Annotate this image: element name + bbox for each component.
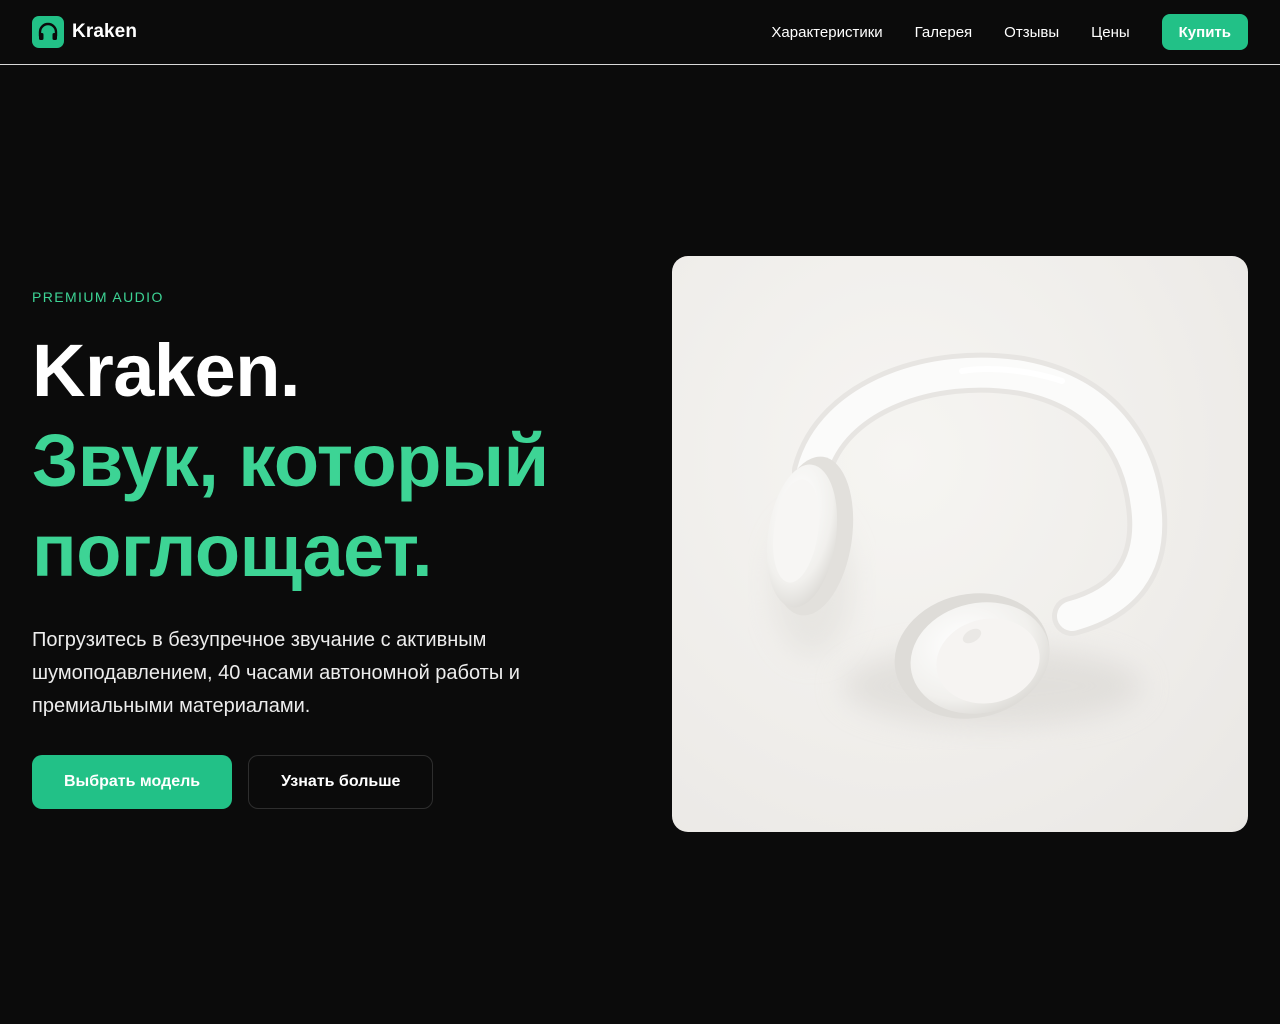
hero-text: PREMIUM AUDIO Kraken. Звук, который погл… — [32, 288, 632, 809]
buy-button[interactable]: Купить — [1161, 14, 1248, 50]
headline-line-2: Звук, который — [32, 419, 549, 502]
main-nav: Характеристики Галерея Отзывы Цены Купит… — [771, 14, 1248, 50]
brand-name: Kraken — [72, 21, 138, 42]
nav-link-features[interactable]: Характеристики — [771, 24, 882, 41]
nav-link-reviews[interactable]: Отзывы — [1004, 24, 1059, 41]
hero-headline: Kraken. Звук, который поглощает. — [32, 326, 632, 596]
nav-link-pricing[interactable]: Цены — [1091, 24, 1130, 41]
hero-cta-row: Выбрать модель Узнать больше — [32, 755, 632, 809]
headphones-product-image — [672, 256, 1248, 832]
headphones-illustration — [766, 352, 1168, 726]
headphones-icon — [32, 16, 64, 48]
nav-link-gallery[interactable]: Галерея — [915, 24, 973, 41]
headline-line-3: поглощает. — [32, 509, 433, 592]
brand-home-link[interactable]: Kraken — [32, 16, 137, 48]
learn-more-button[interactable]: Узнать больше — [248, 755, 434, 809]
hero-description: Погрузитесь в безупречное звучание с акт… — [32, 629, 520, 717]
choose-model-button[interactable]: Выбрать модель — [32, 755, 233, 809]
headline-line-1: Kraken. — [32, 329, 300, 412]
top-navbar: Kraken Характеристики Галерея Отзывы Цен… — [0, 0, 1280, 65]
hero-eyebrow: PREMIUM AUDIO — [32, 289, 164, 305]
